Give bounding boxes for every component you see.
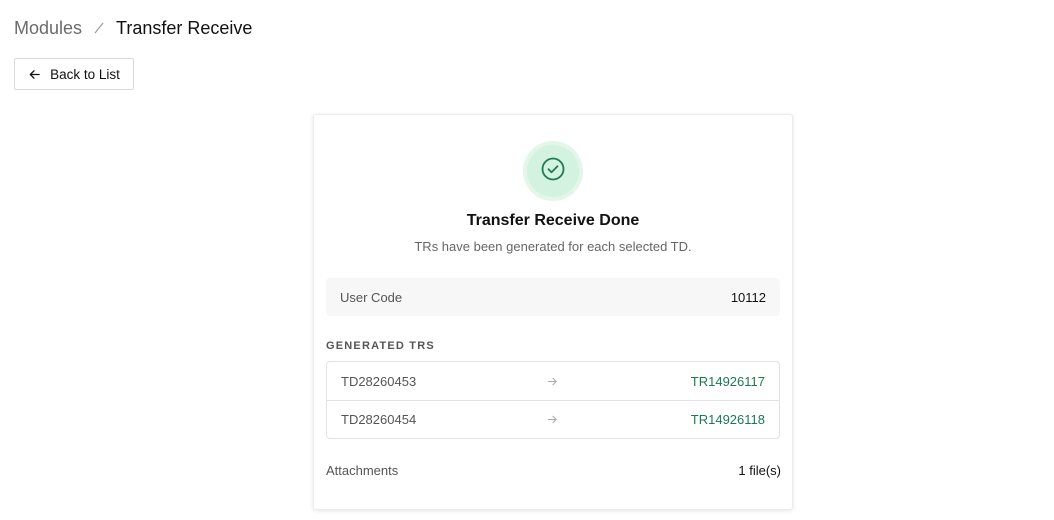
attachments-label: Attachments	[326, 463, 399, 478]
generated-trs-heading: GENERATED TRS	[326, 340, 435, 352]
arrow-right-icon	[547, 401, 558, 438]
attachments-row: Attachments 1 file(s)	[326, 463, 781, 478]
breadcrumb: Modules Transfer Receive	[14, 16, 252, 40]
user-code-value: 10112	[730, 289, 766, 305]
table-row: TD28260454 TR14926118	[327, 400, 779, 438]
td-code: TD28260453	[341, 373, 417, 389]
result-card: Transfer Receive Done TRs have been gene…	[313, 114, 793, 510]
arrow-right-icon	[547, 362, 558, 400]
breadcrumb-modules-link[interactable]: Modules	[14, 16, 82, 40]
page-title: Transfer Receive	[116, 18, 253, 38]
back-to-list-label: Back to List	[50, 66, 120, 82]
table-row: TD28260453 TR14926117	[327, 362, 779, 400]
arrow-left-icon	[28, 68, 41, 81]
tr-code-link[interactable]: TR14926117	[691, 374, 765, 389]
breadcrumb-separator-icon	[92, 21, 106, 35]
generated-trs-table: TD28260453 TR14926117 TD28260454 TR14926…	[326, 361, 780, 439]
td-code: TD28260454	[341, 412, 417, 427]
result-title: Transfer Receive Done	[466, 212, 640, 229]
success-badge	[523, 141, 583, 201]
page: Modules Transfer Receive Back to List Tr…	[0, 0, 1054, 520]
user-code-box: User Code 10112	[326, 278, 780, 316]
tr-code-link[interactable]: TR14926118	[691, 412, 765, 427]
back-to-list-button[interactable]: Back to List	[14, 58, 134, 90]
check-circle-icon	[540, 156, 566, 187]
result-subtitle: TRs have been generated for each selecte…	[414, 239, 692, 254]
attachments-value[interactable]: 1 file(s)	[738, 463, 781, 478]
user-code-label: User Code	[340, 289, 403, 305]
